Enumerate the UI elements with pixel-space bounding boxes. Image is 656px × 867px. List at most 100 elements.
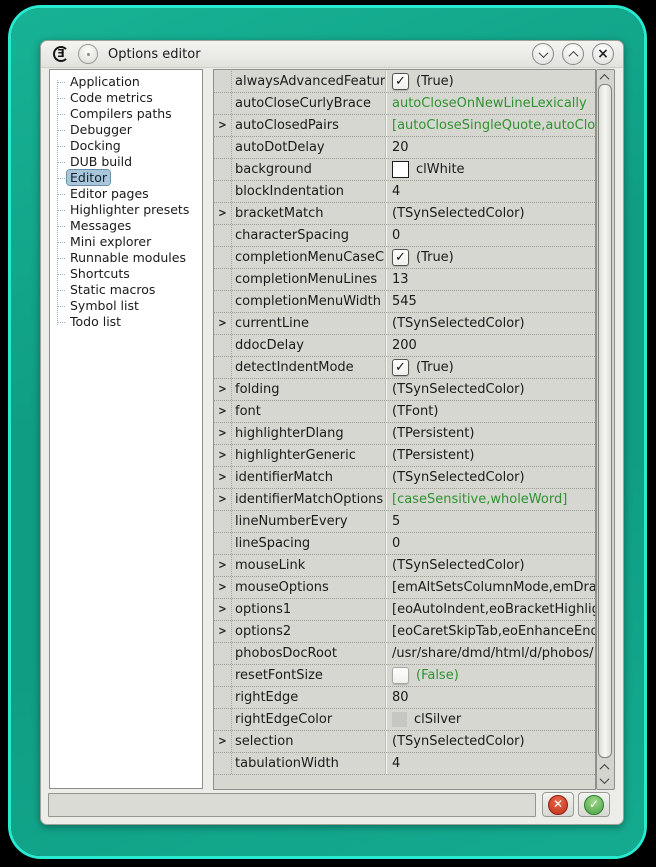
property-value[interactable]: (TSynSelectedColor) [385,731,595,752]
property-row-completionMenuCaseCare[interactable]: completionMenuCaseCare✓(True) [214,247,595,269]
sidebar-item-mini-explorer[interactable]: Mini explorer [50,234,202,250]
property-row-phobosDocRoot[interactable]: phobosDocRoot/usr/share/dmd/html/d/phobo… [214,643,595,665]
property-row-ddocDelay[interactable]: ddocDelay200 [214,335,595,357]
sidebar-item-dub-build[interactable]: DUB build [50,154,202,170]
property-row-blockIndentation[interactable]: blockIndentation4 [214,181,595,203]
property-row-identifierMatchOptions[interactable]: >identifierMatchOptions[caseSensitive,wh… [214,489,595,511]
sidebar-item-messages[interactable]: Messages [50,218,202,234]
sidebar-item-todo-list[interactable]: Todo list [50,314,202,330]
expand-arrow-icon[interactable]: > [218,603,226,616]
sidebar-item-code-metrics[interactable]: Code metrics [50,90,202,106]
scroll-up-icon[interactable] [600,74,610,84]
property-row-identifierMatch[interactable]: >identifierMatch(TSynSelectedColor) [214,467,595,489]
property-row-autoDotDelay[interactable]: autoDotDelay20 [214,137,595,159]
property-row-mouseOptions[interactable]: >mouseOptions[emAltSetsColumnMode,emDrag… [214,577,595,599]
property-value[interactable]: ✓(True) [385,247,595,268]
property-value[interactable]: [eoAutoIndent,eoBracketHighlight [385,599,595,620]
scrollbar-thumb[interactable] [598,84,612,758]
property-row-mouseLink[interactable]: >mouseLink(TSynSelectedColor) [214,555,595,577]
property-value[interactable]: 200 [385,335,595,356]
property-row-background[interactable]: backgroundclWhite [214,159,595,181]
property-row-highlighterGeneric[interactable]: >highlighterGeneric(TPersistent) [214,445,595,467]
property-value[interactable]: [caseSensitive,wholeWord] [385,489,595,510]
property-value[interactable]: (TSynSelectedColor) [385,203,595,224]
sidebar-item-symbol-list[interactable]: Symbol list [50,298,202,314]
expand-arrow-icon[interactable]: > [218,559,226,572]
window-menu-button[interactable] [78,44,98,64]
property-value[interactable]: [eoCaretSkipTab,eoEnhanceEndKe [385,621,595,642]
sidebar-item-highlighter-presets[interactable]: Highlighter presets [50,202,202,218]
property-row-lineSpacing[interactable]: lineSpacing0 [214,533,595,555]
property-row-autoClosedPairs[interactable]: >autoClosedPairs[autoCloseSingleQuote,au… [214,115,595,137]
property-row-highlighterDlang[interactable]: >highlighterDlang(TPersistent) [214,423,595,445]
property-row-rightEdge[interactable]: rightEdge80 [214,687,595,709]
property-value[interactable]: (TSynSelectedColor) [385,313,595,334]
property-value[interactable]: 4 [385,753,595,774]
checkbox-checked-icon[interactable]: ✓ [392,73,409,90]
scroll-down-icon[interactable] [600,774,610,784]
property-value[interactable]: ✓(True) [385,71,595,92]
expand-arrow-icon[interactable]: > [218,317,226,330]
property-value[interactable]: (TSynSelectedColor) [385,555,595,576]
property-value[interactable]: 545 [385,291,595,312]
expand-arrow-icon[interactable]: > [218,471,226,484]
property-value[interactable]: 0 [385,225,595,246]
maximize-button[interactable] [562,43,584,65]
property-row-options1[interactable]: >options1[eoAutoIndent,eoBracketHighligh… [214,599,595,621]
sidebar-item-debugger[interactable]: Debugger [50,122,202,138]
accept-button[interactable]: ✓ [578,792,610,817]
expand-arrow-icon[interactable]: > [218,581,226,594]
property-value[interactable]: clWhite [385,159,595,180]
scroll-up-icon[interactable] [600,764,610,774]
property-value[interactable]: [emAltSetsColumnMode,emDragDr [385,577,595,598]
property-row-font[interactable]: >font(TFont) [214,401,595,423]
property-row-currentLine[interactable]: >currentLine(TSynSelectedColor) [214,313,595,335]
expand-arrow-icon[interactable]: > [218,427,226,440]
close-button[interactable]: × [592,43,614,65]
property-row-completionMenuLines[interactable]: completionMenuLines13 [214,269,595,291]
expand-arrow-icon[interactable]: > [218,735,226,748]
property-row-alwaysAdvancedFeatures[interactable]: alwaysAdvancedFeatures✓(True) [214,71,595,93]
sidebar-item-runnable-modules[interactable]: Runnable modules [50,250,202,266]
property-value[interactable]: [autoCloseSingleQuote,autoCloseD [385,115,595,136]
property-row-selection[interactable]: >selection(TSynSelectedColor) [214,731,595,753]
property-row-lineNumberEvery[interactable]: lineNumberEvery5 [214,511,595,533]
sidebar-item-docking[interactable]: Docking [50,138,202,154]
titlebar[interactable]: Ǝ Options editor × [41,41,623,68]
property-row-folding[interactable]: >folding(TSynSelectedColor) [214,379,595,401]
property-row-rightEdgeColor[interactable]: rightEdgeColorclSilver [214,709,595,731]
sidebar-item-static-macros[interactable]: Static macros [50,282,202,298]
expand-arrow-icon[interactable]: > [218,119,226,132]
sidebar-item-application[interactable]: Application [50,74,202,90]
expand-arrow-icon[interactable]: > [218,625,226,638]
property-value[interactable]: 80 [385,687,595,708]
property-value[interactable]: clSilver [385,709,595,730]
property-row-completionMenuWidth[interactable]: completionMenuWidth545 [214,291,595,313]
property-row-bracketMatch[interactable]: >bracketMatch(TSynSelectedColor) [214,203,595,225]
property-value[interactable]: ✓(True) [385,357,595,378]
property-value[interactable]: 4 [385,181,595,202]
property-value[interactable]: (TPersistent) [385,423,595,444]
expand-arrow-icon[interactable]: > [218,383,226,396]
property-value[interactable]: (TPersistent) [385,445,595,466]
property-row-tabulationWidth[interactable]: tabulationWidth4 [214,753,595,775]
property-value[interactable]: 5 [385,511,595,532]
vertical-scrollbar[interactable] [596,69,615,790]
property-value[interactable]: 20 [385,137,595,158]
checkbox-unchecked-icon[interactable] [392,667,409,684]
property-row-autoCloseCurlyBrace[interactable]: autoCloseCurlyBraceautoCloseOnNewLineLex… [214,93,595,115]
property-row-detectIndentMode[interactable]: detectIndentMode✓(True) [214,357,595,379]
property-value[interactable]: (TFont) [385,401,595,422]
shade-button[interactable] [532,43,554,65]
property-row-resetFontSize[interactable]: resetFontSize(False) [214,665,595,687]
expand-arrow-icon[interactable]: > [218,207,226,220]
property-value[interactable]: (TSynSelectedColor) [385,379,595,400]
sidebar-item-shortcuts[interactable]: Shortcuts [50,266,202,282]
sidebar-item-compilers-paths[interactable]: Compilers paths [50,106,202,122]
property-value[interactable]: /usr/share/dmd/html/d/phobos/ [385,643,595,664]
checkbox-checked-icon[interactable]: ✓ [392,359,409,376]
property-value[interactable]: (TSynSelectedColor) [385,467,595,488]
expand-arrow-icon[interactable]: > [218,405,226,418]
expand-arrow-icon[interactable]: > [218,449,226,462]
property-value[interactable]: (False) [385,665,595,686]
